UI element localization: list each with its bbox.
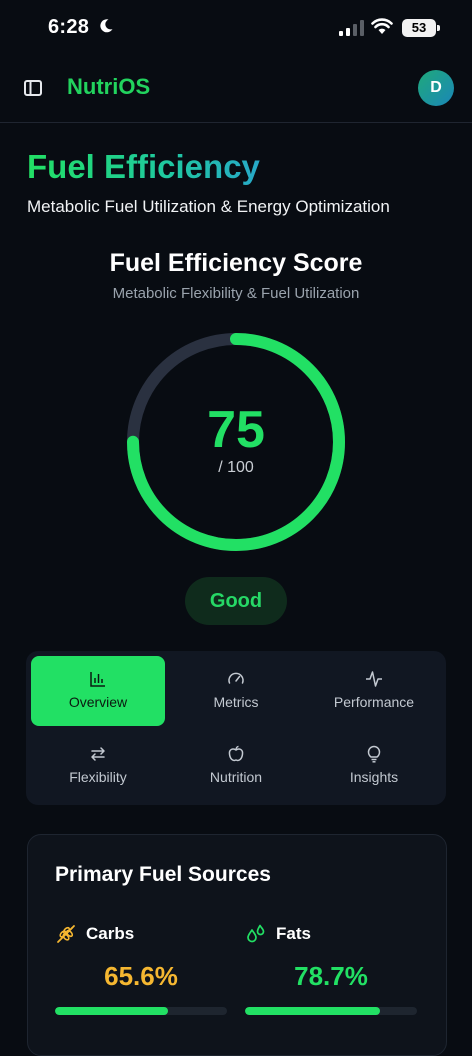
tab-label: Overview [68, 694, 128, 710]
fuel-progress-fill [245, 1007, 381, 1015]
apple-icon [228, 745, 244, 762]
fuel-sources-title: Primary Fuel Sources [55, 863, 271, 886]
section-tabs: Overview Metrics Performance Flexibility… [26, 651, 446, 805]
fuel-name: Carbs [86, 924, 135, 943]
tab-label: Nutrition [209, 769, 263, 785]
wifi-icon [371, 18, 393, 34]
fuel-name: Fats [276, 924, 311, 943]
score-title: Fuel Efficiency Score [109, 249, 363, 277]
droplets-icon [247, 924, 265, 943]
app-brand[interactable]: NutriOS [67, 74, 150, 100]
fuel-percent: 78.7% [294, 961, 368, 991]
tab-metrics[interactable]: Metrics [169, 656, 303, 726]
cellular-signal-icon [339, 20, 364, 36]
score-max: / 100 [218, 459, 254, 476]
battery-indicator: 53 [402, 19, 436, 37]
tab-overview[interactable]: Overview [31, 656, 165, 726]
tab-insights[interactable]: Insights [307, 731, 441, 801]
activity-icon [366, 671, 382, 687]
fuel-progress-fill [55, 1007, 168, 1015]
fuel-source-carbs: Carbs 65.6% [55, 923, 227, 1015]
page-subtitle: Metabolic Fuel Utilization & Energy Opti… [27, 197, 390, 216]
wheat-icon [57, 925, 75, 943]
fuel-percent: 65.6% [104, 961, 178, 991]
status-bar: 6:28 53 [0, 0, 472, 56]
tab-label: Flexibility [69, 769, 127, 785]
rating-badge: Good [185, 577, 287, 625]
battery-tip [437, 25, 440, 31]
sidebar-toggle-icon[interactable] [20, 75, 46, 101]
tab-label: Performance [333, 694, 415, 710]
tab-label: Metrics [213, 694, 259, 710]
tab-nutrition[interactable]: Nutrition [169, 731, 303, 801]
fuel-progress-track [245, 1007, 417, 1015]
score-subtitle: Metabolic Flexibility & Fuel Utilization [112, 285, 360, 302]
fuel-progress-track [55, 1007, 227, 1015]
arrows-swap-icon [91, 747, 105, 761]
user-avatar[interactable]: D [418, 70, 454, 106]
app-header: NutriOS D [0, 56, 472, 123]
fuel-sources-card: Primary Fuel Sources Carbs 65.6% Fats 78… [27, 834, 447, 1056]
gauge-icon [228, 672, 244, 684]
score-value: 75 [207, 401, 265, 459]
fuel-source-fats: Fats 78.7% [245, 923, 417, 1015]
moon-icon [100, 19, 113, 33]
status-time: 6:28 [48, 16, 90, 38]
lightbulb-icon [367, 745, 381, 763]
tab-label: Insights [349, 769, 399, 785]
page-title: Fuel Efficiency [27, 148, 260, 185]
bar-chart-icon [90, 672, 105, 687]
tab-flexibility[interactable]: Flexibility [31, 731, 165, 801]
tab-performance[interactable]: Performance [307, 656, 441, 726]
